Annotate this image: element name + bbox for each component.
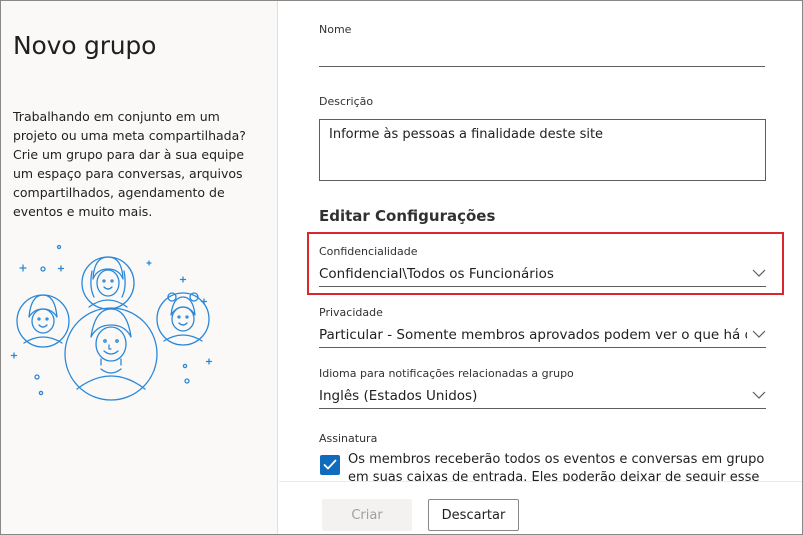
sparkle-icon [10, 260, 213, 365]
subscription-checkbox[interactable] [320, 455, 340, 475]
subscription-label: Assinatura [319, 432, 378, 445]
name-input[interactable] [319, 39, 765, 67]
page-title: Novo grupo [13, 31, 157, 60]
person-left-avatar [16, 294, 70, 348]
create-button[interactable]: Criar [322, 499, 412, 531]
settings-section-title: Editar Configurações [319, 207, 496, 225]
privacy-value: Particular - Somente membros aprovados p… [319, 327, 747, 343]
privacy-dropdown[interactable]: Particular - Somente membros aprovados p… [319, 324, 766, 348]
chevron-down-icon [752, 391, 766, 399]
page-description: Trabalhando em conjunto em um projeto ou… [13, 109, 246, 219]
confidentiality-value: Confidencial\Todos os Funcionários [319, 266, 554, 282]
info-panel: Novo grupo Trabalhando em conjunto em um… [1, 1, 278, 534]
discard-button[interactable]: Descartar [428, 499, 519, 531]
person-center-avatar [64, 307, 158, 401]
person-top-avatar [81, 256, 135, 310]
language-value: Inglês (Estados Unidos) [319, 388, 478, 404]
new-group-dialog: Novo grupo Trabalhando em conjunto em um… [0, 0, 803, 535]
form-panel: Nome Descrição Informe às pessoas a fina… [279, 1, 802, 534]
confidentiality-dropdown[interactable]: Confidencial\Todos os Funcionários [319, 263, 766, 287]
description-input[interactable]: Informe às pessoas a finalidade deste si… [319, 119, 766, 181]
name-label: Nome [319, 23, 352, 36]
confidentiality-label: Confidencialidade [319, 245, 418, 258]
form-scroll-area[interactable]: Nome Descrição Informe às pessoas a fina… [279, 1, 802, 481]
checkmark-icon [323, 459, 337, 470]
dialog-footer: Criar Descartar [279, 481, 802, 534]
privacy-label: Privacidade [319, 306, 383, 319]
person-right-avatar [156, 292, 210, 346]
description-label: Descrição [319, 95, 374, 108]
subscription-text: Os membros receberão todos os eventos e … [348, 452, 765, 481]
chevron-down-icon [752, 269, 766, 277]
team-illustration [10, 244, 213, 401]
language-label: Idioma para notificações relacionadas a … [319, 367, 574, 380]
chevron-down-icon [752, 330, 766, 338]
language-dropdown[interactable]: Inglês (Estados Unidos) [319, 385, 766, 409]
